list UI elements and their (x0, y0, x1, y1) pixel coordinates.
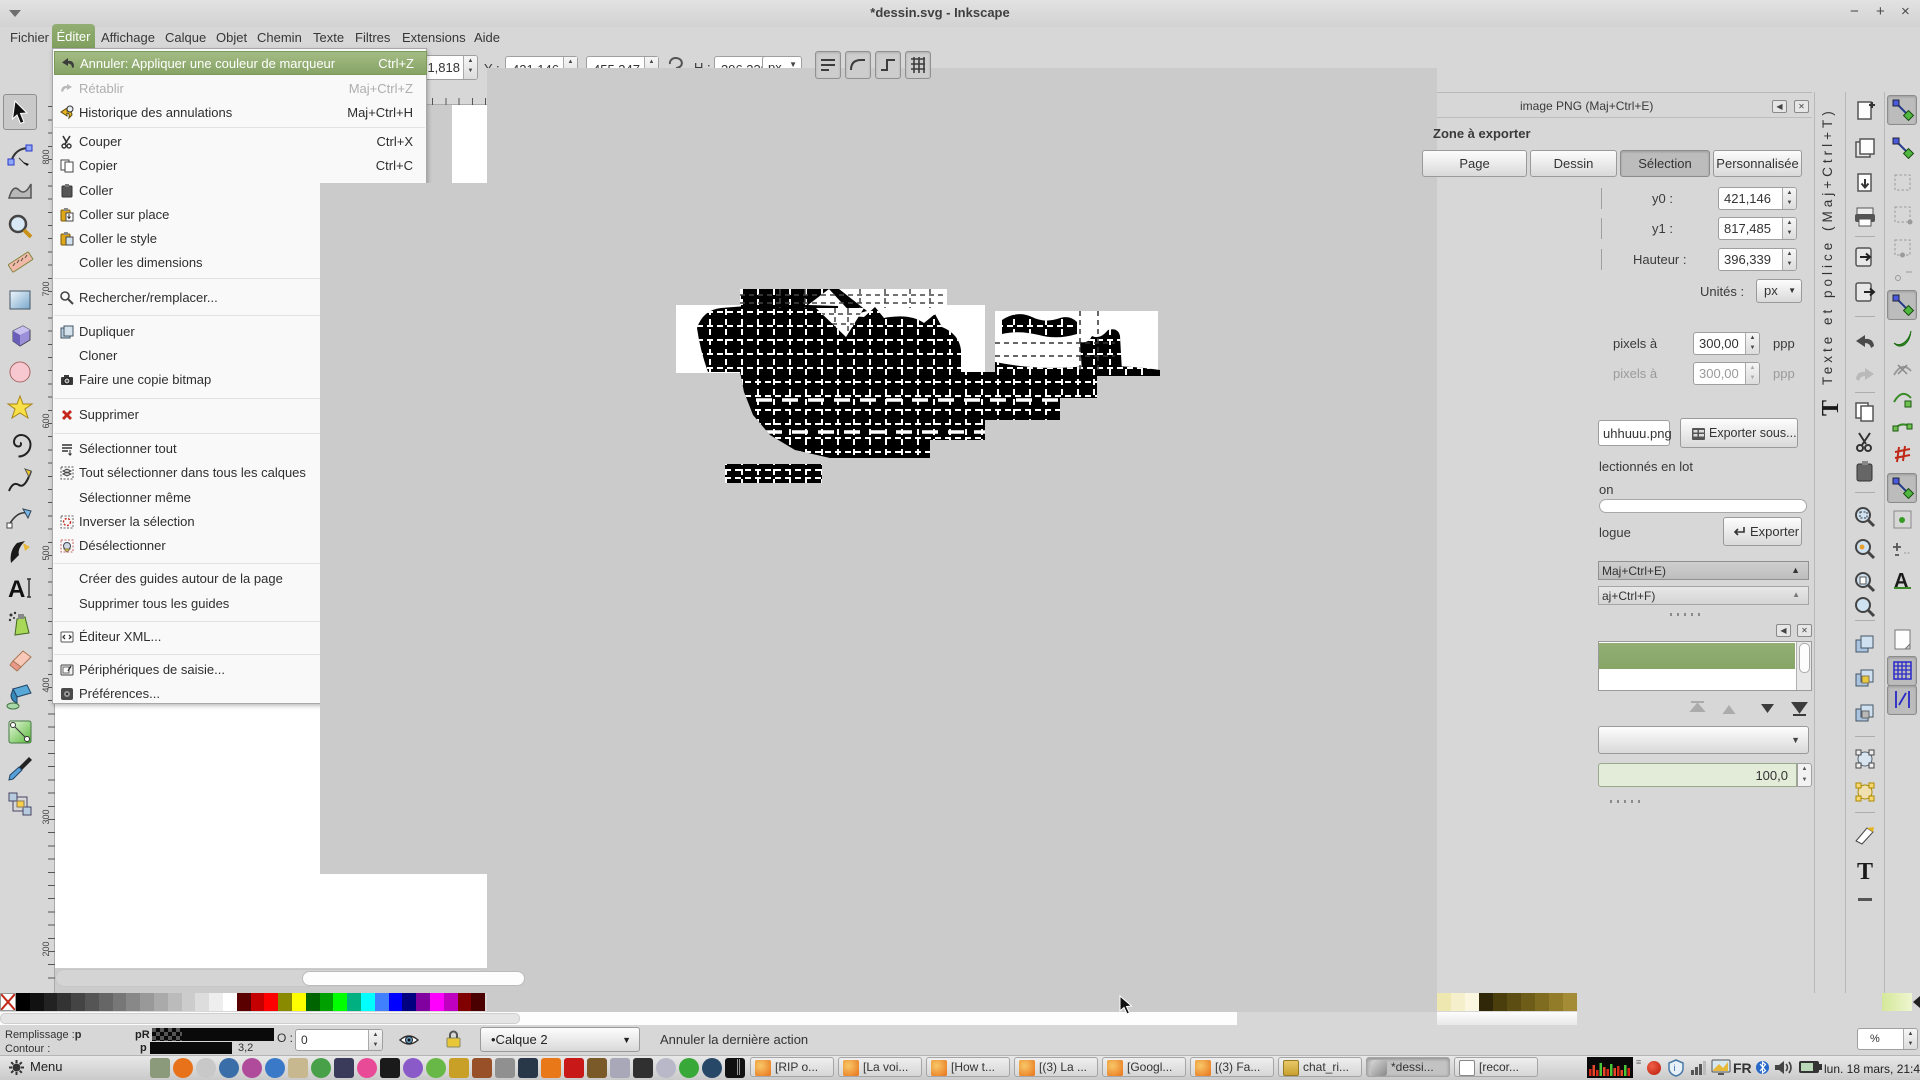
svg-text:T: T (1857, 859, 1873, 884)
svg-text:i: i (1674, 1063, 1676, 1073)
svg-text:A: A (8, 576, 25, 603)
